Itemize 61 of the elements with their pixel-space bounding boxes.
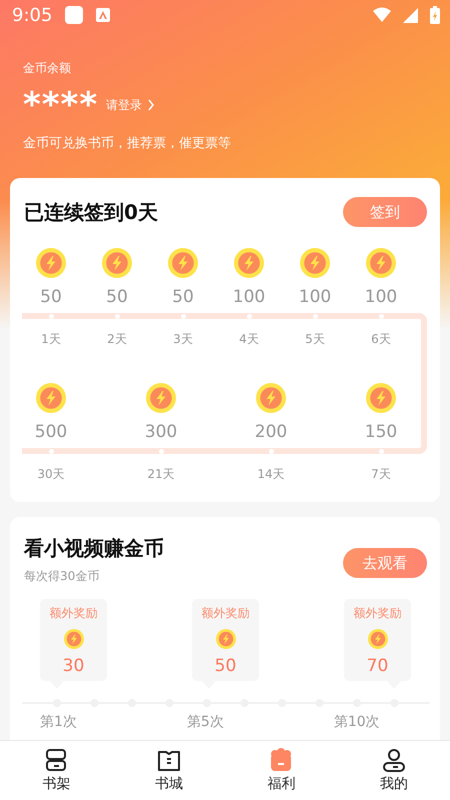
day-label: 3天 [173, 330, 193, 348]
bonus-label: 额外奖励 [50, 604, 98, 622]
coin-icon [102, 248, 132, 278]
coin-icon [234, 248, 264, 278]
nav-tab[interactable]: 书城 [112, 741, 225, 800]
coin-amount: 50 [172, 286, 194, 306]
day-label: 21天 [147, 466, 175, 482]
coin-icon [366, 383, 396, 413]
video-title: 看小视频赚金币 [24, 535, 164, 562]
day-label: 4天 [239, 330, 259, 348]
coin-amount: 150 [364, 422, 398, 442]
day-label: 7天 [371, 466, 391, 482]
step-label: 第10次 [334, 713, 380, 731]
day-label: 2天 [107, 330, 127, 348]
coin-icon [146, 383, 176, 413]
bonus-label: 额外奖励 [202, 604, 250, 622]
notification-icon [64, 5, 84, 25]
nav-tab[interactable]: 书架 [0, 741, 112, 800]
battery-icon [430, 6, 440, 24]
coin-amount: 200 [254, 422, 288, 442]
coin-icon [36, 248, 66, 278]
coin-icon [300, 248, 330, 278]
step-label: 第5次 [186, 713, 224, 731]
wifi-icon [373, 7, 391, 23]
status-time: 9:05 [12, 4, 52, 26]
balance-note: 金币可兑换书币，推荐票，催更票等 [23, 135, 232, 153]
day-label: 6天 [371, 330, 391, 348]
coin-amount: 100 [364, 286, 398, 306]
balance-label: 金币余额 [23, 60, 72, 76]
chevron-right-icon [147, 99, 156, 111]
coin-amount: 100 [232, 286, 266, 306]
coin-amount: 300 [144, 422, 178, 442]
day-label: 1天 [41, 330, 61, 348]
coin-amount: 100 [298, 286, 332, 306]
coin-icon [64, 628, 84, 648]
checkin-title: 已连续签到0天 [24, 198, 158, 226]
bonus-amount: 30 [62, 656, 84, 676]
day-label: 30天 [37, 466, 65, 482]
nav-tab[interactable]: 福利 [225, 741, 338, 800]
video-subtitle: 每次得30金币 [24, 568, 100, 585]
app-icon [96, 8, 110, 22]
nav-tab[interactable]: 我的 [338, 741, 450, 800]
coin-amount: 500 [34, 422, 68, 442]
coin-icon [216, 628, 236, 648]
coin-icon [168, 248, 198, 278]
coin-amount: 50 [106, 286, 128, 306]
book-icon [156, 748, 182, 773]
signal-icon [403, 8, 418, 22]
bonus-amount: 70 [366, 656, 388, 676]
bonus-label: 额外奖励 [354, 604, 402, 622]
day-label: 5天 [305, 330, 325, 348]
day-label: 14天 [257, 466, 285, 482]
coin-amount: 50 [40, 286, 62, 306]
step-label: 第1次 [40, 713, 77, 731]
coin-icon [366, 248, 396, 278]
bonus-amount: 50 [214, 656, 236, 676]
balance-value: **** [23, 88, 98, 122]
person-icon [380, 748, 407, 773]
coin-icon [368, 628, 388, 648]
coin-icon [36, 383, 66, 413]
coin-icon [256, 383, 286, 413]
